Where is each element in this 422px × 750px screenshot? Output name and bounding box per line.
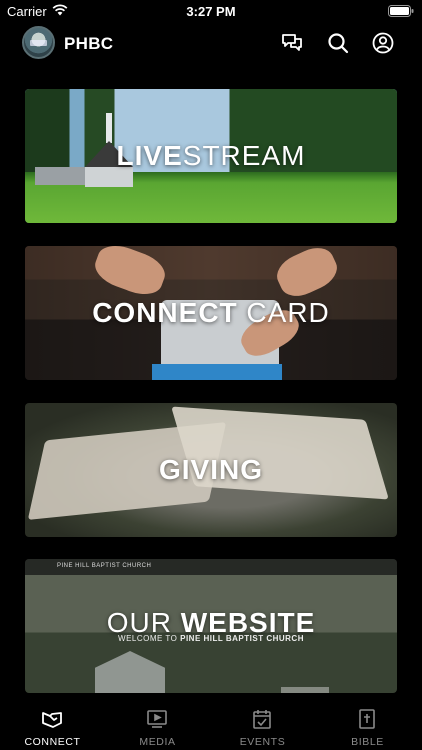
tab-events-label: EVENTS: [239, 736, 286, 748]
tab-bible[interactable]: BIBLE: [315, 700, 420, 750]
tab-bible-label: BIBLE: [351, 736, 384, 748]
battery-icon: [388, 5, 414, 17]
tab-connect[interactable]: CONNECT: [0, 700, 105, 750]
tab-media[interactable]: MEDIA: [105, 700, 210, 750]
tab-bar: CONNECT MEDIA EVENTS BIBLE: [0, 700, 422, 750]
giving-label: GIVING: [158, 454, 263, 485]
tab-connect-label: CONNECT: [24, 736, 81, 748]
chat-icon[interactable]: [280, 31, 304, 55]
status-time: 3:27 PM: [186, 4, 236, 19]
website-label: OUR WEBSITE: [106, 607, 316, 639]
events-icon: [253, 710, 271, 729]
tab-media-label: MEDIA: [139, 736, 176, 748]
profile-icon[interactable]: [371, 31, 395, 55]
website-card[interactable]: PINE HILL BAPTIST CHURCH WELCOME TO PINE…: [25, 559, 397, 693]
connect-card-label: CONNECT CARD: [92, 297, 330, 328]
connect-card[interactable]: CONNECT CARD: [25, 246, 397, 380]
church-logo-avatar[interactable]: [22, 26, 55, 59]
livestream-card[interactable]: LIVESTREAM: [25, 89, 397, 223]
livestream-label: LIVESTREAM: [116, 140, 306, 171]
bible-icon: [359, 709, 375, 729]
search-icon[interactable]: [326, 31, 350, 55]
app-title: PHBC: [64, 34, 114, 53]
site-brand-text: PINE HILL BAPTIST CHURCH: [57, 563, 152, 569]
status-bar: Carrier 3:27 PM: [0, 0, 422, 22]
giving-card[interactable]: GIVING: [25, 403, 397, 537]
connect-icon: [42, 712, 62, 728]
tab-events[interactable]: EVENTS: [210, 700, 315, 750]
app-header: PHBC: [0, 24, 422, 64]
media-icon: [147, 710, 167, 728]
